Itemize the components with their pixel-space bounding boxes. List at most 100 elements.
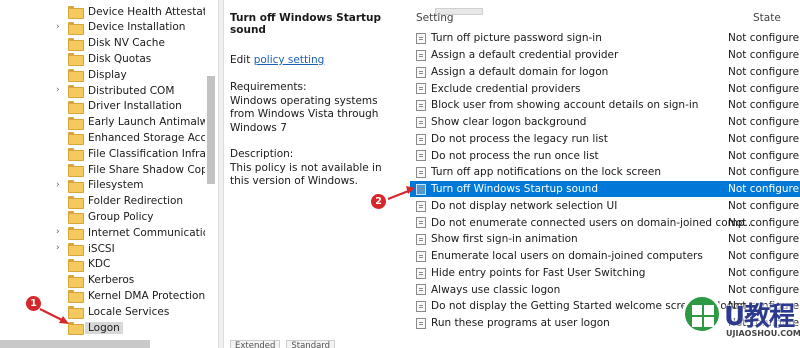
setting-state: Not configure xyxy=(728,132,800,145)
column-header-setting[interactable]: Setting xyxy=(416,12,454,24)
policy-setting-icon xyxy=(416,116,426,128)
folder-icon xyxy=(68,258,84,272)
tab-standard[interactable]: Standard xyxy=(286,340,336,348)
folder-icon xyxy=(68,21,84,35)
setting-row[interactable]: Do not display network selection UI Not c… xyxy=(410,198,800,215)
setting-name: Show clear logon background xyxy=(431,116,587,129)
setting-row[interactable]: Show first sign-in animation Not configur… xyxy=(410,231,800,248)
setting-state: Not configure xyxy=(728,32,800,45)
folder-icon xyxy=(68,164,84,177)
setting-state: Not configure xyxy=(728,116,800,129)
tree-item-label: Kerberos xyxy=(88,274,135,287)
tree-item[interactable]: › Internet Communication xyxy=(56,225,205,241)
policy-setting-icon xyxy=(416,250,426,262)
tree-horizontal-scrollbar[interactable] xyxy=(0,340,150,348)
tree-item[interactable]: Driver Installation xyxy=(68,99,182,114)
tree-item-label: Enhanced Storage Access xyxy=(88,131,205,144)
policy-setting-icon xyxy=(416,317,426,329)
tree-item-label: Internet Communication xyxy=(88,226,205,239)
policy-setting-icon xyxy=(416,284,426,296)
folder-icon xyxy=(68,53,84,67)
tree-item[interactable]: KDC xyxy=(68,257,110,272)
policy-setting-icon xyxy=(416,167,426,178)
column-header-state[interactable]: State xyxy=(753,12,781,24)
setting-row[interactable]: Block user from showing account details … xyxy=(410,97,800,114)
expand-chevron-icon[interactable]: › xyxy=(56,22,64,31)
setting-name: Do not process the legacy run list xyxy=(431,132,608,145)
folder-icon xyxy=(68,227,84,241)
expand-chevron-icon[interactable]: › xyxy=(56,180,64,189)
step-1-badge: 1 xyxy=(26,296,41,311)
tree-item[interactable]: File Share Shadow Copy P xyxy=(68,162,205,177)
tree-item[interactable]: › Distributed COM xyxy=(56,83,174,98)
setting-name: Do not display network selection UI xyxy=(431,199,618,212)
tree-item-label: Disk NV Cache xyxy=(88,37,165,50)
setting-state: Not configure xyxy=(728,233,800,246)
policy-setting-icon xyxy=(416,234,426,245)
setting-row[interactable]: Do not process the run once list Not conf… xyxy=(410,147,800,164)
setting-name: Do not enumerate connected users on doma… xyxy=(431,216,755,229)
folder-icon xyxy=(68,195,84,209)
tree-item[interactable]: Kernel DMA Protection xyxy=(68,288,205,304)
setting-row[interactable]: Turn off picture password sign-in Not con… xyxy=(410,30,800,47)
folder-icon xyxy=(68,306,84,320)
tree-item[interactable]: Group Policy xyxy=(68,209,154,225)
policy-setting-icon xyxy=(416,183,426,195)
tree-item[interactable]: Early Launch Antimalware xyxy=(68,115,205,130)
tab-extended[interactable]: Extended xyxy=(230,340,281,348)
folder-icon xyxy=(68,148,84,162)
policy-setting-link[interactable]: policy setting xyxy=(254,54,325,66)
tree-item-label: Device Installation xyxy=(88,21,186,34)
tree-item[interactable]: Device Health Attestation xyxy=(68,4,205,19)
setting-state: Not configure xyxy=(728,49,800,62)
setting-row[interactable]: Turn off Windows Startup sound Not config… xyxy=(410,180,800,198)
folder-icon xyxy=(68,85,84,98)
tree-item[interactable]: Display xyxy=(68,67,127,83)
setting-row[interactable]: Do not enumerate connected users on doma… xyxy=(410,214,800,231)
tree-item-label: Disk Quotas xyxy=(88,52,152,65)
setting-name: Do not process the run once list xyxy=(431,149,599,162)
tree-scrollbar[interactable] xyxy=(207,76,215,184)
tree-item-label: Locale Services xyxy=(88,305,170,318)
setting-row[interactable]: Do not process the legacy run list Not co… xyxy=(410,131,800,148)
tree-item-label: Filesystem xyxy=(88,179,144,192)
setting-row[interactable]: Show clear logon background Not configure xyxy=(410,114,800,131)
tree-item[interactable]: Disk NV Cache xyxy=(68,36,165,51)
view-tabs: Extended Standard xyxy=(230,340,336,348)
requirements-text: Windows operating systems from Windows V… xyxy=(230,94,379,134)
expand-chevron-icon[interactable]: › xyxy=(56,228,64,237)
expand-chevron-icon[interactable]: › xyxy=(56,244,64,253)
tree-item[interactable]: › Filesystem xyxy=(56,178,144,193)
setting-state: Not configure xyxy=(728,82,800,95)
tree-item[interactable]: Kerberos xyxy=(68,273,134,288)
setting-row[interactable]: Hide entry points for Fast User Switchin… xyxy=(410,265,800,282)
tree-item[interactable]: File Classification Infrastr xyxy=(68,146,205,162)
tree-item-label: Group Policy xyxy=(88,210,154,223)
setting-name: Assign a default domain for logon xyxy=(431,65,609,78)
policy-setting-icon xyxy=(416,301,426,312)
policy-setting-icon xyxy=(416,83,426,95)
tree-item-label: File Share Shadow Copy P xyxy=(88,163,205,176)
folder-icon xyxy=(68,37,84,51)
tree-item[interactable]: Folder Redirection xyxy=(68,194,183,209)
tree-item[interactable]: Logon xyxy=(68,320,123,335)
setting-row[interactable]: Turn off app notifications on the lock s… xyxy=(410,164,800,181)
watermark: U教程 UJIAOSHOU.COM xyxy=(680,292,800,348)
tree-item[interactable]: Enhanced Storage Access xyxy=(68,130,205,146)
edit-prefix: Edit xyxy=(230,54,251,66)
folder-icon xyxy=(68,69,84,83)
tree-item-label: iSCSI xyxy=(88,242,115,255)
tree-item[interactable]: › Device Installation xyxy=(56,20,186,35)
folder-icon xyxy=(68,290,84,304)
setting-row[interactable]: Enumerate local users on domain-joined c… xyxy=(410,248,800,265)
setting-state: Not configure xyxy=(728,199,800,212)
tree-item[interactable]: Locale Services xyxy=(68,304,170,320)
expand-chevron-icon[interactable]: › xyxy=(56,86,64,95)
setting-name: Turn off Windows Startup sound xyxy=(431,183,598,196)
tree-item[interactable]: Disk Quotas xyxy=(68,51,152,67)
setting-row[interactable]: Exclude credential providers Not configur… xyxy=(410,80,800,97)
setting-state: Not configure xyxy=(728,183,800,196)
setting-row[interactable]: Assign a default credential provider Not … xyxy=(410,47,800,64)
setting-row[interactable]: Assign a default domain for logon Not con… xyxy=(410,64,800,81)
tree-item[interactable]: › iSCSI xyxy=(56,241,115,256)
